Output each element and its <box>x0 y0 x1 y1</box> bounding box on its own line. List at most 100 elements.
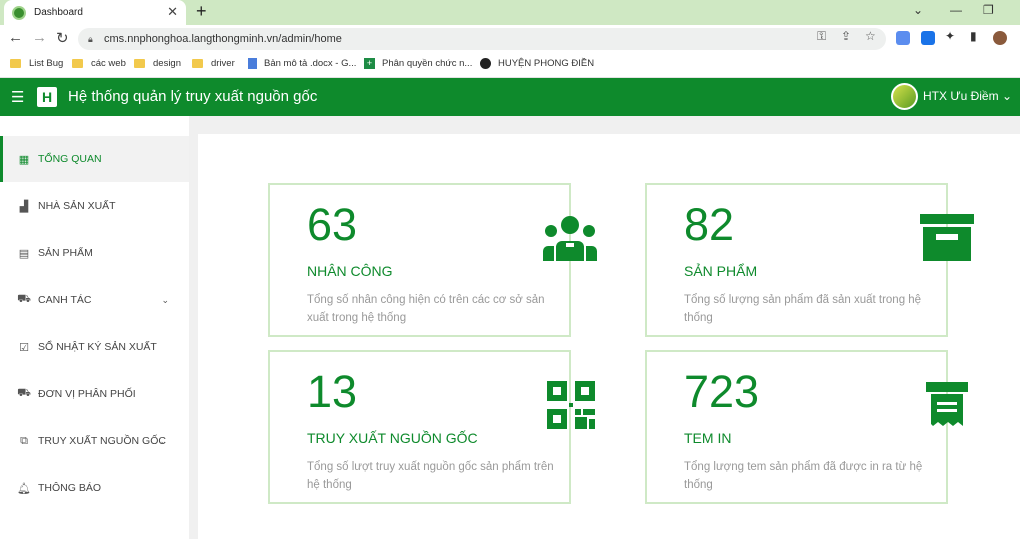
sidebar: ▦ TỔNG QUAN ▟ NHÀ SẢN XUẤT ▤ SẢN PHẨM ⛟ … <box>0 116 189 539</box>
bookmark-label: driver <box>211 58 235 69</box>
sidebar-item-label: CANH TÁC <box>38 294 92 306</box>
profile-avatar-icon[interactable] <box>993 31 1007 45</box>
sidebar-item-truy-xuat[interactable]: ⧉ TRUY XUẤT NGUỒN GỐC ⌄ <box>0 418 189 464</box>
site-favicon-icon <box>12 5 26 20</box>
stat-value: 82 <box>684 199 735 250</box>
doc-icon <box>248 58 257 69</box>
stat-title: TEM IN <box>684 430 732 446</box>
route-icon: ⧉ <box>20 434 28 447</box>
dashboard-icon: ▦ <box>18 153 30 166</box>
browser-tab-bar: Dashboard ✕ + ⌄ — ❐ <box>0 0 1020 25</box>
store-icon: ▤ <box>18 247 30 260</box>
sidebar-item-label: TRUY XUẤT NGUỒN GỐC <box>38 435 166 447</box>
sidebar-item-label: SỔ NHẬT KÝ SẢN XUẤT <box>38 341 157 353</box>
truck-icon: ⛟ <box>17 387 31 399</box>
puzzle-icon[interactable]: ✦ <box>945 29 955 43</box>
sheet-icon: + <box>364 58 375 69</box>
star-icon[interactable]: ☆ <box>865 29 876 43</box>
bookmark-label: design <box>153 58 181 69</box>
bookmark-label: Phân quyền chức n... <box>382 58 473 69</box>
bookmark-label: List Bug <box>29 58 64 69</box>
page-title: Hệ thống quản lý truy xuất nguồn gốc <box>68 88 318 105</box>
back-icon[interactable]: ← <box>8 29 23 46</box>
avatar[interactable] <box>891 83 918 110</box>
app-logo: H <box>37 87 57 107</box>
folder-icon <box>192 59 203 68</box>
tab-title: Dashboard <box>34 7 83 18</box>
sidebar-item-so-nhat-ky[interactable]: ☑ SỔ NHẬT KÝ SẢN XUẤT <box>0 324 189 370</box>
bookmark-label: HUYỆN PHONG ĐIỀN <box>498 58 595 69</box>
globe-icon <box>480 58 491 69</box>
restore-icon[interactable]: ❐ <box>983 3 994 17</box>
stat-title: SẢN PHẨM <box>684 263 758 279</box>
bookmark-item[interactable]: driver <box>192 58 235 69</box>
bookmark-label: Bản mô tả .docx - G... <box>264 58 357 69</box>
stat-card-truy-xuat[interactable]: 13 TRUY XUẤT NGUỒN GỐC Tổng số lượt truy… <box>268 350 595 504</box>
stat-description: Tổng số nhân công hiện có trên các cơ sở… <box>307 294 545 324</box>
url-text: cms.nnphonghoa.langthongminh.vn/admin/ho… <box>104 33 342 45</box>
stat-title: TRUY XUẤT NGUỒN GỐC <box>307 430 478 446</box>
share-icon[interactable]: ⇪ <box>841 29 851 43</box>
sidebar-item-canh-tac[interactable]: ⛟ CANH TÁC ⌄ <box>0 277 189 323</box>
bookmark-label: các web <box>91 58 126 69</box>
tab-close-icon[interactable]: ✕ <box>167 4 178 20</box>
hamburger-menu-icon[interactable]: ☰ <box>11 88 24 106</box>
forward-icon[interactable]: → <box>32 29 47 46</box>
new-tab-button[interactable]: + <box>196 1 207 22</box>
folder-icon <box>134 59 145 68</box>
tab-search-chevron-icon[interactable]: ⌄ <box>913 3 923 17</box>
stat-value: 723 <box>684 366 760 417</box>
folder-icon <box>10 59 21 68</box>
sidebar-item-label: TỔNG QUAN <box>38 153 102 165</box>
browser-tab[interactable]: Dashboard ✕ <box>4 0 186 25</box>
stat-card-nhan-cong[interactable]: 63 NHÂN CÔNG Tổng số nhân công hiện có t… <box>268 183 597 337</box>
bookmarks-bar: List Bug các web design driver Bản mô tả… <box>0 53 1020 78</box>
bookmark-item[interactable]: + Phân quyền chức n... <box>364 58 472 69</box>
sidebar-item-nha-san-xuat[interactable]: ▟ NHÀ SẢN XUẤT <box>0 183 189 229</box>
sidebar-item-label: ĐƠN VỊ PHÂN PHỐI <box>38 388 136 400</box>
lock-icon: 🔒︎ <box>88 34 93 44</box>
stat-card-san-pham[interactable]: 82 SẢN PHẨM Tổng số lượng sản phẩm đã sả… <box>645 183 974 337</box>
factory-icon: ▟ <box>19 200 29 213</box>
side-panel-icon[interactable]: ▮ <box>970 29 977 43</box>
sidebar-item-don-vi-phan-phoi[interactable]: ⛟ ĐƠN VỊ PHÂN PHỐI <box>0 371 189 417</box>
stat-description: Tổng số lượt truy xuất nguồn gốc sản phẩ… <box>307 461 554 491</box>
main-content: 63 NHÂN CÔNG Tổng số nhân công hiện có t… <box>198 134 1020 539</box>
users-icon <box>543 216 597 261</box>
sidebar-item-tong-quan[interactable]: ▦ TỔNG QUAN <box>0 136 189 182</box>
chevron-down-icon: ⌄ <box>159 435 167 446</box>
archive-box-icon <box>920 214 974 261</box>
key-icon[interactable]: ⚿ <box>817 29 826 44</box>
bookmark-item[interactable]: HUYỆN PHONG ĐIỀN <box>480 58 594 69</box>
user-menu[interactable]: HTX Ưu Điềm ⌄ <box>923 89 1012 103</box>
sidebar-item-label: NHÀ SẢN XUẤT <box>38 200 116 212</box>
folder-icon <box>72 59 83 68</box>
sidebar-item-label: SẢN PHẨM <box>38 247 93 259</box>
bookmark-item[interactable]: List Bug <box>10 58 63 69</box>
clipboard-icon: ☑ <box>19 341 29 354</box>
bookmark-item[interactable]: design <box>134 58 181 69</box>
browser-toolbar: ← → ↻ 🔒︎ cms.nnphonghoa.langthongminh.vn… <box>0 25 1020 53</box>
bookmark-item[interactable]: Bản mô tả .docx - G... <box>248 58 356 69</box>
sidebar-item-label: THÔNG BÁO <box>38 482 102 494</box>
sidebar-item-thong-bao[interactable]: 🔔︎ THÔNG BÁO <box>0 465 189 511</box>
bell-icon: 🔔︎ <box>17 482 31 495</box>
qr-code-icon <box>547 381 595 429</box>
stat-value: 13 <box>307 366 358 417</box>
stat-card-tem-in[interactable]: 723 TEM IN Tổng lượng tem sản phẩm đã đư… <box>645 350 968 504</box>
extension-icon[interactable] <box>921 31 935 45</box>
tractor-icon: ⛟ <box>17 293 31 305</box>
stat-value: 63 <box>307 199 358 250</box>
stat-title: NHÂN CÔNG <box>307 263 393 279</box>
sidebar-item-san-pham[interactable]: ▤ SẢN PHẨM <box>0 230 189 276</box>
app-header: ☰ H Hệ thống quản lý truy xuất nguồn gốc… <box>0 78 1020 116</box>
chevron-down-icon: ⌄ <box>161 294 169 305</box>
address-bar[interactable]: 🔒︎ cms.nnphonghoa.langthongminh.vn/admin… <box>78 28 886 50</box>
reload-icon[interactable]: ↻ <box>56 29 69 47</box>
translate-extension-icon[interactable] <box>896 31 910 45</box>
bookmark-item[interactable]: các web <box>72 58 126 69</box>
chevron-down-icon: ⌄ <box>1001 89 1012 103</box>
user-name: HTX Ưu Điềm <box>923 89 999 103</box>
stat-description: Tổng lượng tem sản phẩm đã được in ra từ… <box>684 461 923 491</box>
minimize-icon[interactable]: — <box>950 3 962 17</box>
